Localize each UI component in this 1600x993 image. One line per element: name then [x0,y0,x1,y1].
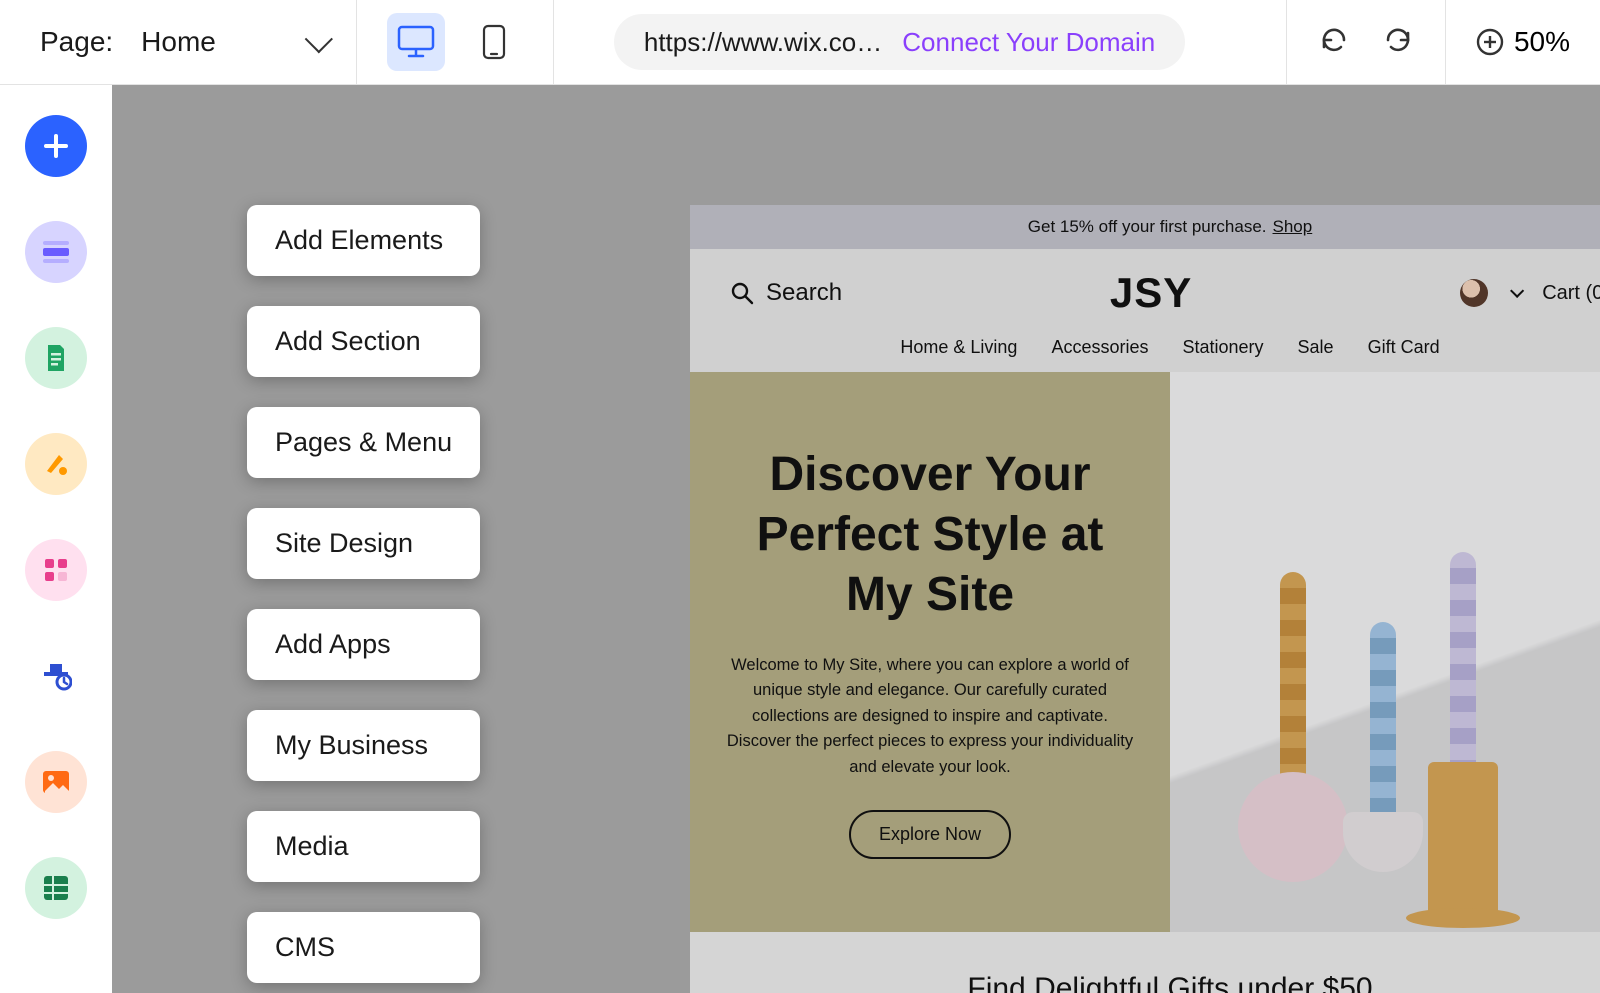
design-icon [41,449,71,479]
undo-redo-group [1317,23,1415,62]
connect-domain-link[interactable]: Connect Your Domain [902,27,1155,58]
add-section-rail-button[interactable] [25,221,87,283]
promo-bar: Get 15% off your first purchase. Shop [690,205,1600,249]
add-apps-rail-button[interactable] [25,539,87,601]
rail-label-tooltips: Add Elements Add Section Pages & Menu Si… [247,205,480,983]
promo-text: Get 15% off your first purchase. [1028,217,1267,237]
site-header: Search JSY Cart (0) Home & Living Access… [690,249,1600,372]
page-selector[interactable]: Home [141,26,326,58]
page-label: Page: [40,26,113,58]
hero-image [1170,372,1600,932]
add-section-label[interactable]: Add Section [247,306,480,377]
hero-body: Welcome to My Site, where you can explor… [720,653,1140,781]
hero-left: Discover Your Perfect Style at My Site W… [690,372,1170,932]
header-right: Cart (0) [1460,279,1600,307]
media-label[interactable]: Media [247,811,480,882]
hero-section: Discover Your Perfect Style at My Site W… [690,372,1600,932]
chevron-down-icon [305,25,333,53]
desktop-icon [397,25,435,59]
business-icon [40,660,72,692]
divider [553,0,554,85]
zoom-plus-icon [1476,28,1504,56]
add-apps-label[interactable]: Add Apps [247,609,480,680]
my-business-label[interactable]: My Business [247,710,480,781]
divider [1286,0,1287,85]
site-design-rail-button[interactable] [25,433,87,495]
mobile-view-button[interactable] [465,13,523,71]
cart-link[interactable]: Cart (0) [1542,282,1600,305]
redo-button[interactable] [1381,23,1415,62]
divider [356,0,357,85]
canvas-area: Add Elements Add Section Pages & Menu Si… [112,85,1600,993]
nav-home-living[interactable]: Home & Living [900,337,1017,358]
promo-shop-link[interactable]: Shop [1273,217,1313,237]
my-business-rail-button[interactable] [25,645,87,707]
search-label: Search [766,279,842,307]
site-logo[interactable]: JSY [1110,269,1192,317]
nav-sale[interactable]: Sale [1298,337,1334,358]
gifts-heading: Find Delightful Gifts under $50 [690,932,1600,993]
device-toggle [387,13,523,71]
divider [1445,0,1446,85]
media-icon [41,769,71,795]
cms-rail-button[interactable] [25,857,87,919]
left-icon-rail [0,85,112,993]
url-bar: https://www.wix.co… Connect Your Domain [614,14,1185,70]
site-preview: Get 15% off your first purchase. Shop Se… [690,205,1600,993]
site-nav: Home & Living Accessories Stationery Sal… [730,337,1600,358]
plus-icon [43,133,69,159]
nav-accessories[interactable]: Accessories [1051,337,1148,358]
section-icon [41,240,71,264]
nav-gift-card[interactable]: Gift Card [1368,337,1440,358]
decor-candle [1280,572,1306,832]
workarea: Add Elements Add Section Pages & Menu Si… [0,85,1600,993]
zoom-control[interactable]: 50% [1476,26,1570,58]
add-elements-label[interactable]: Add Elements [247,205,480,276]
explore-now-button[interactable]: Explore Now [849,810,1011,859]
search-icon [730,281,754,305]
cms-label[interactable]: CMS [247,912,480,983]
nav-stationery[interactable]: Stationery [1182,337,1263,358]
undo-button[interactable] [1317,23,1351,62]
page-selector-value: Home [141,26,216,58]
decor-candle [1370,622,1396,832]
avatar[interactable] [1460,279,1488,307]
chevron-down-icon[interactable] [1510,284,1524,298]
search-button[interactable]: Search [730,279,842,307]
editor-topbar: Page: Home https://www.wix.co… Connect Y… [0,0,1600,85]
media-rail-button[interactable] [25,751,87,813]
site-design-label[interactable]: Site Design [247,508,480,579]
pages-menu-label[interactable]: Pages & Menu [247,407,480,478]
desktop-view-button[interactable] [387,13,445,71]
url-text: https://www.wix.co… [644,27,882,58]
cms-icon [42,874,70,902]
pages-menu-rail-button[interactable] [25,327,87,389]
mobile-icon [482,24,506,60]
page-icon [44,343,68,373]
hero-title: Discover Your Perfect Style at My Site [720,445,1140,625]
add-elements-rail-button[interactable] [25,115,87,177]
apps-icon [43,557,69,583]
zoom-value: 50% [1514,26,1570,58]
decor-candle [1450,552,1476,832]
